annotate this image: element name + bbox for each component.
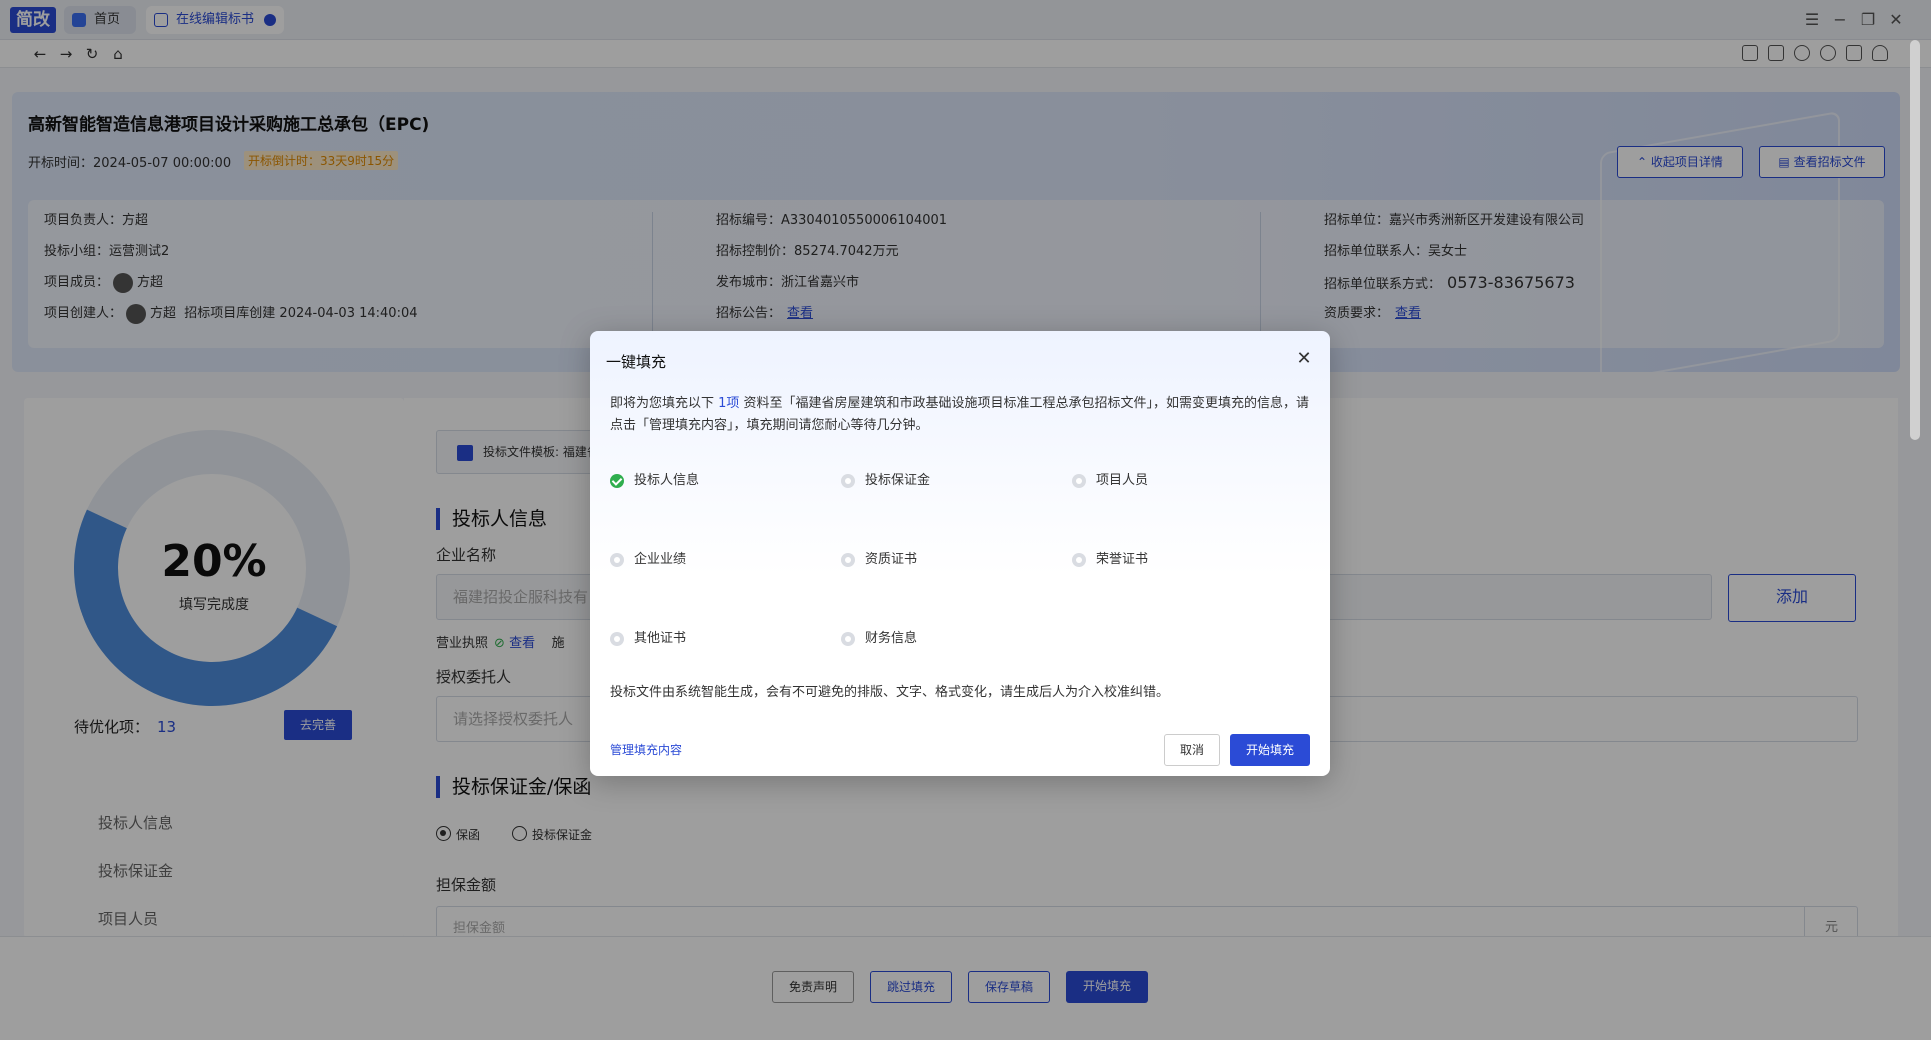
dialog-note: 投标文件由系统智能生成，会有不可避免的排版、文字、格式变化，请生成后人为介入校准…: [610, 685, 1170, 700]
app-window: 简改 首页 在线编辑标书 ☰ − ❐ ✕ ← → ↻ ⌂ 高新智能智造信息港项目…: [0, 0, 1931, 1040]
unchecked-icon: [610, 632, 624, 646]
unchecked-icon: [841, 474, 855, 488]
option-finance[interactable]: 财务信息: [841, 631, 917, 647]
unchecked-icon: [841, 553, 855, 567]
close-icon[interactable]: ✕: [1294, 349, 1314, 369]
option-qualification[interactable]: 资质证书: [841, 552, 917, 568]
unchecked-icon: [841, 632, 855, 646]
option-deposit[interactable]: 投标保证金: [841, 473, 930, 489]
option-other-cert[interactable]: 其他证书: [610, 631, 686, 647]
check-icon: [610, 474, 624, 488]
option-bidder-info[interactable]: 投标人信息: [610, 473, 699, 489]
unchecked-icon: [1072, 553, 1086, 567]
unchecked-icon: [610, 553, 624, 567]
option-performance[interactable]: 企业业绩: [610, 552, 686, 568]
dialog-title: 一键填充: [606, 353, 667, 371]
start-fill-dialog-button[interactable]: 开始填充: [1230, 734, 1310, 766]
cancel-button[interactable]: 取消: [1164, 734, 1220, 766]
scrollbar[interactable]: [1910, 40, 1920, 440]
dialog-description: 即将为您填充以下 1项 资料至「福建省房屋建筑和市政基础设施项目标准工程总承包招…: [610, 396, 1310, 433]
option-personnel[interactable]: 项目人员: [1072, 473, 1148, 489]
one-click-fill-dialog: 一键填充 ✕ 即将为您填充以下 1项 资料至「福建省房屋建筑和市政基础设施项目标…: [590, 331, 1330, 776]
manage-fill-link[interactable]: 管理填充内容: [610, 741, 682, 758]
option-honor[interactable]: 荣誉证书: [1072, 552, 1148, 568]
unchecked-icon: [1072, 474, 1086, 488]
